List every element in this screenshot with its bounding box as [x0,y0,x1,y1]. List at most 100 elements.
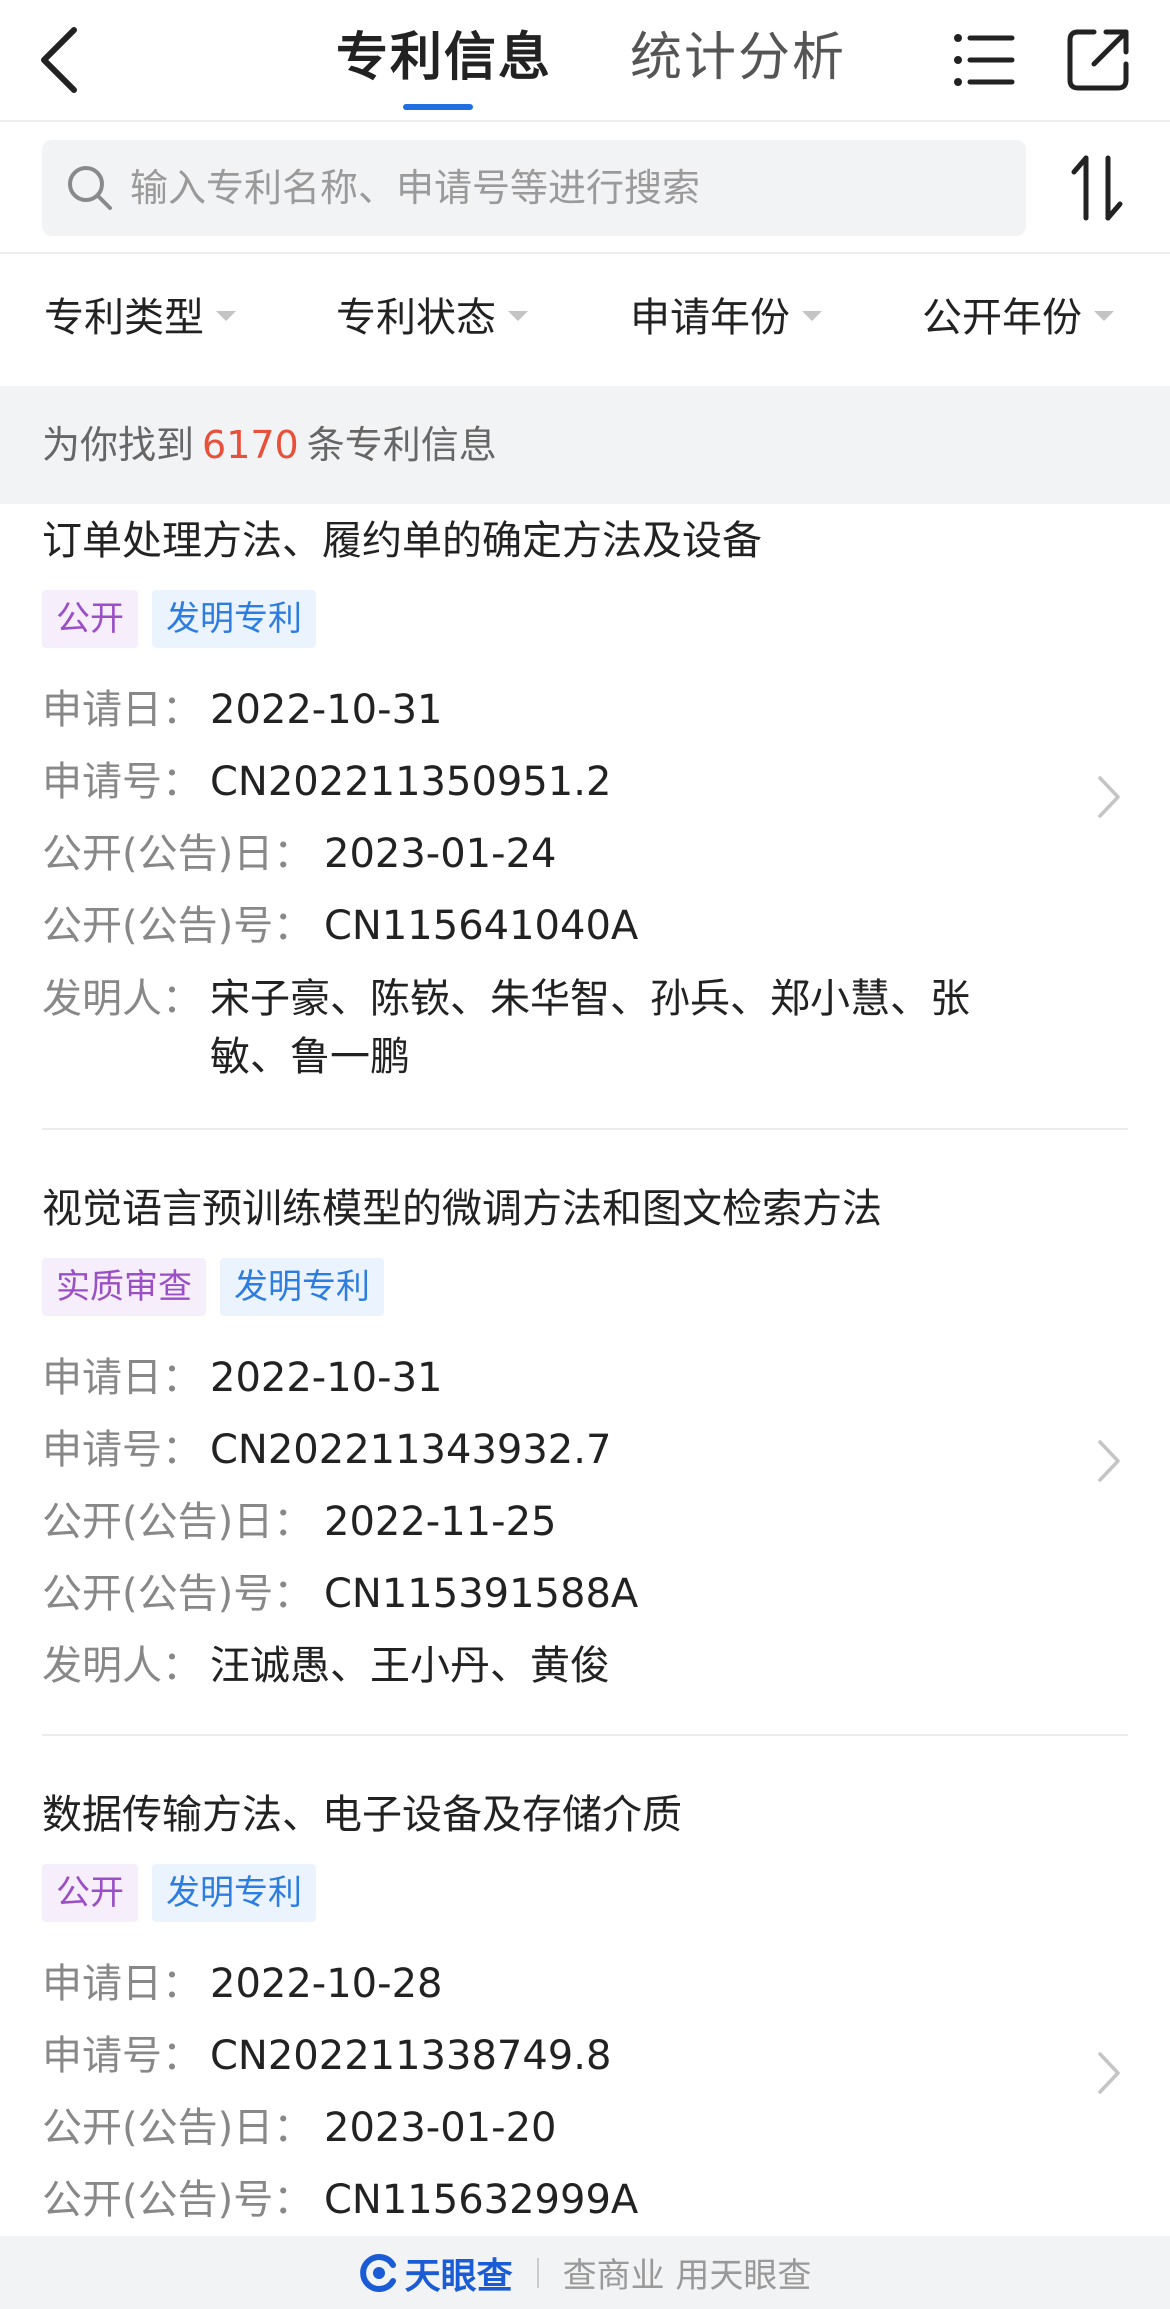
apply-no-value: CN202211338749.8 [210,2033,612,2079]
field-label: 公开(公告)日： [42,1499,314,1545]
field-label: 发明人： [42,976,202,1022]
patent-fields: 申请日： 2022-10-28 申请号： CN202211338749.8 公开(公… [42,1948,638,2236]
chevron-right-icon [1094,1438,1124,1484]
patent-title: 视觉语言预训练模型的微调方法和图文检索方法 [42,1186,882,1232]
patent-tags: 公开 发明专利 [42,1864,316,1922]
apply-no-row: 申请号： CN202211350951.2 [42,746,1040,818]
inventor-row: 发明人： 宋子豪、陈嵚、朱华智、孙兵、郑小慧、张敏、鲁一鹏 [42,962,1040,1086]
chevron-right-icon [1094,774,1124,820]
filter-patent-type[interactable]: 专利类型 [44,288,236,348]
apply-no-row: 申请号： CN202211343932.7 [42,1414,638,1486]
type-badge: 发明专利 [220,1258,384,1316]
field-label: 公开(公告)日： [42,2105,314,2151]
filter-label: 公开年份 [922,295,1082,341]
field-label: 申请日： [42,1961,202,2007]
apply-no-row: 申请号： CN202211338749.8 [42,2020,638,2092]
filter-label: 专利状态 [336,295,496,341]
result-prefix: 为你找到 [42,423,195,467]
caret-down-icon [216,311,236,321]
apply-date-value: 2022-10-31 [210,1355,443,1401]
patent-list: 订单处理方法、履约单的确定方法及设备 公开 发明专利 申请日： 2022-10-3… [0,504,1170,2309]
caret-down-icon [802,311,822,321]
patent-tags: 公开 发明专利 [42,590,316,648]
patent-card[interactable]: 视觉语言预训练模型的微调方法和图文检索方法 实质审查 发明专利 申请日： 2022… [42,1130,1128,1736]
filter-publish-year[interactable]: 公开年份 [922,288,1114,348]
status-badge: 实质审查 [42,1258,206,1316]
patent-title: 数据传输方法、电子设备及存储介质 [42,1792,682,1838]
filter-row: 专利类型 专利状态 申请年份 公开年份 [0,256,1170,386]
patent-tags: 实质审查 发明专利 [42,1258,384,1316]
share-button[interactable] [1064,24,1134,94]
tianyancha-logo-icon [359,2253,399,2293]
footer-slogan: 查商业 用天眼查 [562,2256,812,2296]
result-count-bar: 为你找到 6170 条专利信息 [0,386,1170,504]
footer-divider [536,2257,539,2288]
footer-brand-bar: 天眼查 查商业 用天眼查 [0,2236,1170,2309]
search-icon [64,162,116,214]
apply-date-row: 申请日： 2022-10-31 [42,674,1040,746]
type-badge: 发明专利 [152,1864,316,1922]
field-label: 申请号： [42,1427,202,1473]
pub-date-value: 2023-01-24 [324,831,557,877]
caret-down-icon [1094,311,1114,321]
search-row [0,124,1170,254]
field-label: 发明人： [42,1643,202,1689]
pub-no-row: 公开(公告)号： CN115391588A [42,1558,638,1630]
result-count: 6170 [202,423,299,467]
active-tab-indicator [403,104,473,110]
inventor-value: 汪诚愚、王小丹、黄俊 [210,1643,610,1689]
list-icon [954,34,1015,86]
sort-button[interactable] [1068,152,1126,224]
pub-date-row: 公开(公告)日： 2022-11-25 [42,1486,638,1558]
pub-no-row: 公开(公告)号： CN115641040A [42,890,1040,962]
chevron-left-icon [41,27,77,93]
apply-no-value: CN202211350951.2 [210,759,612,805]
caret-down-icon [508,311,528,321]
field-label: 申请日： [42,687,202,733]
patent-card[interactable]: 数据传输方法、电子设备及存储介质 公开 发明专利 申请日： 2022-10-28 … [42,1736,1128,2309]
field-label: 公开(公告)日： [42,831,314,877]
patent-card[interactable]: 订单处理方法、履约单的确定方法及设备 公开 发明专利 申请日： 2022-10-3… [42,504,1128,1130]
field-label: 申请号： [42,759,202,805]
filter-label: 申请年份 [630,295,790,341]
field-label: 申请号： [42,2033,202,2079]
share-icon [1067,29,1129,91]
tab-statistics[interactable]: 统计分析 [630,24,846,92]
apply-date-row: 申请日： 2022-10-28 [42,1948,638,2020]
field-label: 公开(公告)号： [42,2177,314,2223]
pub-no-row: 公开(公告)号： CN115632999A [42,2164,638,2236]
patent-title: 订单处理方法、履约单的确定方法及设备 [42,518,762,564]
field-label: 公开(公告)号： [42,903,314,949]
field-label: 申请日： [42,1355,202,1401]
pub-no-value: CN115641040A [324,903,639,949]
tab-patent-info[interactable]: 专利信息 [336,24,552,92]
pub-date-row: 公开(公告)日： 2023-01-20 [42,2092,638,2164]
status-badge: 公开 [42,1864,138,1922]
filter-label: 专利类型 [44,295,204,341]
patent-list-page: 专利信息 统计分析 输入专利名称、申请号等进行搜索 专利类型 专利状态 申请年份… [0,0,1170,2309]
patent-fields: 申请日： 2022-10-31 申请号： CN202211350951.2 公开(公… [42,674,1040,1086]
pub-date-value: 2022-11-25 [324,1499,557,1545]
status-badge: 公开 [42,590,138,648]
apply-date-row: 申请日： 2022-10-31 [42,1342,638,1414]
result-suffix: 条专利信息 [306,423,497,467]
filter-apply-year[interactable]: 申请年份 [630,288,822,348]
inventor-value: 宋子豪、陈嵚、朱华智、孙兵、郑小慧、张敏、鲁一鹏 [210,976,970,1080]
apply-date-value: 2022-10-31 [210,687,443,733]
pub-no-value: CN115391588A [324,1571,639,1617]
list-menu-button[interactable] [952,28,1016,92]
type-badge: 发明专利 [152,590,316,648]
chevron-right-icon [1094,2050,1124,2096]
search-box[interactable] [42,140,1026,236]
field-label: 公开(公告)号： [42,1571,314,1617]
search-input[interactable] [130,140,1010,236]
brand-name: 天眼查 [404,2255,513,2297]
pub-date-value: 2023-01-20 [324,2105,557,2151]
filter-patent-status[interactable]: 专利状态 [336,288,528,348]
pub-date-row: 公开(公告)日： 2023-01-24 [42,818,1040,890]
sort-icon [1071,155,1123,221]
patent-fields: 申请日： 2022-10-31 申请号： CN202211343932.7 公开(公… [42,1342,638,1702]
pub-no-value: CN115632999A [324,2177,639,2223]
apply-date-value: 2022-10-28 [210,1961,443,2007]
back-button[interactable] [30,22,90,98]
